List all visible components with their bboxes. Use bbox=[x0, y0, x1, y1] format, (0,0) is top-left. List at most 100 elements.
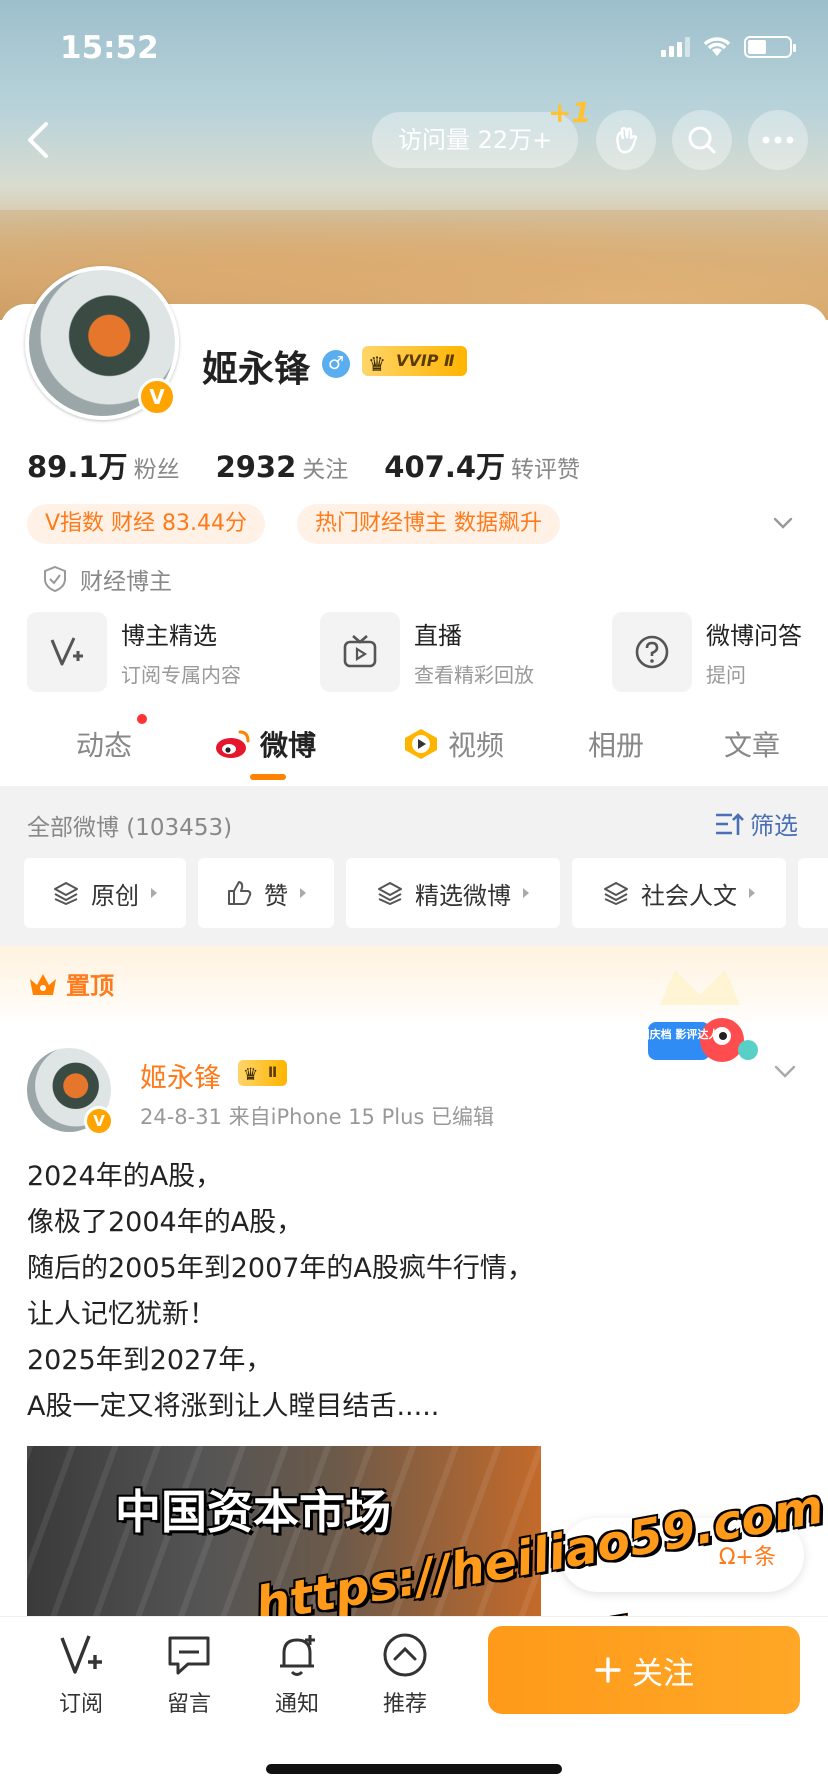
toolbar-label: 留言 bbox=[166, 1692, 211, 1717]
thumbs-up-icon bbox=[228, 881, 252, 905]
certification-label: 财经博主 bbox=[80, 569, 172, 595]
feature-qa[interactable]: 微博问答 提问 bbox=[612, 612, 802, 692]
filter-icon bbox=[716, 812, 744, 835]
stat-label: 粉丝 bbox=[133, 457, 180, 483]
toolbar-label: 通知 bbox=[274, 1692, 319, 1717]
layers-icon bbox=[378, 882, 402, 905]
stat-value: 2932 bbox=[215, 450, 297, 484]
tab-article[interactable]: 文章 bbox=[724, 724, 780, 764]
toolbar-message[interactable]: 留言 bbox=[144, 1630, 234, 1718]
tab-label: 微博 bbox=[260, 729, 317, 762]
battery-icon bbox=[744, 36, 796, 58]
home-indicator bbox=[266, 1764, 562, 1774]
filter-label: 筛选 bbox=[750, 812, 798, 840]
post-line: 像极了2004年的A股， bbox=[27, 1207, 304, 1238]
chevron-down-icon[interactable] bbox=[772, 512, 794, 534]
profile-name: 姬永锋 bbox=[202, 349, 311, 390]
more-dots-icon bbox=[762, 136, 794, 144]
search-button[interactable] bbox=[672, 110, 732, 170]
wifi-icon bbox=[703, 37, 731, 56]
chip-label: 赞 bbox=[264, 881, 288, 910]
stat-likes[interactable]: 407.4万 转评赞 bbox=[384, 444, 580, 486]
chip-label: 精选微博 bbox=[415, 881, 511, 910]
video-play-icon bbox=[405, 729, 437, 759]
stat-following[interactable]: 2932 关注 bbox=[216, 450, 349, 484]
chip-featured[interactable]: 精选微博 bbox=[346, 858, 560, 928]
chevron-up-circle-icon bbox=[383, 1633, 427, 1677]
post-meta: 24-8-31 来自iPhone 15 Plus 已编辑 bbox=[140, 1105, 495, 1129]
follow-label: 关注 bbox=[632, 1655, 694, 1692]
layers-icon bbox=[54, 882, 78, 905]
post-author-name[interactable]: 姬永锋 bbox=[140, 1056, 221, 1095]
feature-title: 微博问答 bbox=[706, 622, 802, 650]
certification: 财经博主 bbox=[42, 562, 172, 596]
stat-value: 89.1万 bbox=[27, 450, 128, 484]
plus-icon bbox=[595, 1657, 621, 1683]
stat-followers[interactable]: 89.1万 粉丝 bbox=[27, 444, 180, 486]
chip-more-partial[interactable] bbox=[798, 858, 828, 928]
feature-title: 博主精选 bbox=[121, 622, 217, 650]
feature-subtitle: 订阅专属内容 bbox=[121, 663, 241, 687]
vvip-level: Ⅱ bbox=[444, 351, 455, 370]
toolbar-recommend[interactable]: 推荐 bbox=[360, 1630, 450, 1718]
post-vip-badge[interactable]: ♛ Ⅱ bbox=[238, 1060, 288, 1086]
tab-label: 视频 bbox=[448, 729, 505, 762]
chip-likes[interactable]: 赞 bbox=[198, 858, 334, 928]
feature-blogger-pick[interactable]: 博主精选订阅专属内容 bbox=[27, 612, 241, 692]
pinned-label: 置顶 bbox=[28, 966, 114, 1001]
post-line: A股一定又将涨到让人瞠目结舌..... bbox=[27, 1391, 440, 1422]
chip-original[interactable]: 原创 bbox=[24, 858, 186, 928]
tag-hot-blogger[interactable]: 热门财经博主 数据飙升 bbox=[297, 504, 560, 544]
shield-check-icon bbox=[44, 565, 66, 593]
active-tab-indicator bbox=[250, 774, 286, 780]
tab-weibo[interactable]: 微博 bbox=[214, 724, 316, 764]
chip-social[interactable]: 社会人文 bbox=[572, 858, 786, 928]
status-bar: 15:52 bbox=[0, 0, 828, 100]
filter-button[interactable]: 筛选 bbox=[714, 806, 798, 841]
chip-label: 原创 bbox=[91, 881, 139, 910]
status-icons bbox=[661, 36, 796, 58]
chip-arrow-icon bbox=[151, 888, 157, 898]
crown-icon bbox=[30, 973, 56, 995]
chip-label: 社会人文 bbox=[641, 881, 737, 910]
tv-live-icon bbox=[320, 612, 400, 692]
stat-label: 关注 bbox=[302, 457, 349, 483]
chip-arrow-icon bbox=[749, 888, 755, 898]
weibo-logo-icon bbox=[216, 730, 250, 758]
back-arrow-icon[interactable] bbox=[18, 118, 58, 162]
post-line: 让人记忆犹新！ bbox=[27, 1299, 216, 1330]
cellular-signal-icon bbox=[661, 37, 690, 57]
search-icon bbox=[688, 126, 716, 154]
stat-value: 407.4万 bbox=[384, 450, 506, 484]
vvip-badge[interactable]: ♛ VVIP Ⅱ bbox=[362, 346, 467, 376]
toolbar-label: 推荐 bbox=[382, 1692, 427, 1717]
toolbar-notify[interactable]: 通知 bbox=[252, 1630, 342, 1718]
more-button[interactable] bbox=[748, 110, 808, 170]
tab-video[interactable]: 视频 bbox=[402, 724, 504, 764]
tab-label: 相册 bbox=[588, 729, 645, 762]
message-icon bbox=[168, 1636, 210, 1675]
layers-icon bbox=[604, 882, 628, 905]
follow-button[interactable]: 关注 bbox=[488, 1626, 800, 1714]
toolbar-subscribe[interactable]: 订阅 bbox=[36, 1630, 126, 1718]
all-weibo-count: 全部微博 (103453) bbox=[27, 815, 233, 841]
hi-hand-button[interactable] bbox=[596, 110, 656, 170]
tab-album[interactable]: 相册 bbox=[588, 724, 644, 764]
mascot-badge-icon[interactable]: 国庆档 影评达人 bbox=[640, 950, 760, 1080]
profile-tabs: 动态 微博 视频 相册 文章 bbox=[0, 718, 828, 786]
toolbar-label: 订阅 bbox=[58, 1692, 103, 1717]
feature-live[interactable]: 直播 查看精彩回放 bbox=[320, 612, 534, 692]
verified-badge-icon: V bbox=[84, 1106, 114, 1136]
tab-label: 文章 bbox=[724, 729, 781, 762]
tag-v-index[interactable]: V指数 财经 83.44分 bbox=[27, 504, 266, 544]
subscribe-v-icon bbox=[60, 1635, 102, 1674]
tab-label: 动态 bbox=[76, 729, 133, 762]
post-line: 2025年到2027年， bbox=[27, 1345, 273, 1376]
tab-feed[interactable]: 动态 bbox=[76, 724, 132, 764]
subscribe-v-icon bbox=[27, 612, 107, 692]
verified-badge-icon: V bbox=[138, 378, 176, 416]
mascot-text: 国庆档 影评达人 bbox=[640, 1027, 720, 1041]
unread-dot bbox=[137, 714, 147, 724]
question-icon bbox=[612, 612, 692, 692]
chevron-down-icon[interactable] bbox=[772, 1058, 798, 1084]
